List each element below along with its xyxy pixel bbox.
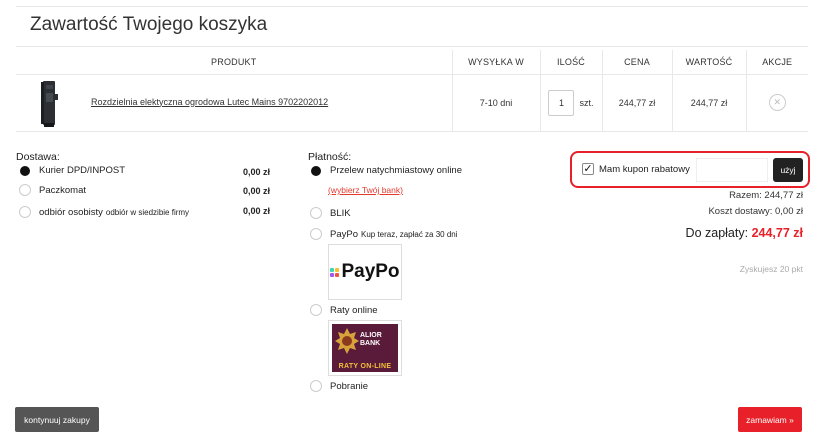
product-name-link[interactable]: Rozdzielnia elektyczna ogrodowa Lutec Ma… [91,97,328,107]
shipping-cost: Koszt dostawy: 0,00 zł [708,206,803,217]
header-value: WARTOŚĆ [671,50,746,75]
quantity-input[interactable]: 1 [548,89,575,116]
delivery-option-label: odbiór osobisty [39,206,103,218]
radio-selected-icon[interactable] [311,165,321,176]
coupon-code-input[interactable] [696,158,768,182]
header-shipping: WYSYŁKA W [451,50,540,75]
place-order-button[interactable]: zamawiam » [738,407,802,432]
alior-bank-logo: ALIOR BANK RATY ON-LINE [328,320,402,376]
payment-option-paypo[interactable]: PayPo Kup teraz, zapłać za 30 dni [310,228,458,240]
header-product: PRODUKT [16,50,452,75]
payment-option-label: Raty online [330,304,378,316]
title-divider [16,46,808,47]
radio-icon[interactable] [310,207,322,219]
radio-icon[interactable] [310,304,322,316]
apply-coupon-button[interactable]: użyj [773,158,803,182]
choose-bank-link[interactable]: (wybierz Twój bank) [328,185,403,195]
quantity-cell: 1 szt. [539,74,602,132]
payment-option-label: BLIK [330,207,351,219]
cart-table: PRODUKT WYSYŁKA W ILOŚĆ CENA WARTOŚĆ AKC… [16,50,808,132]
radio-selected-icon[interactable] [20,165,30,176]
shipping-cell: 7-10 dni [451,74,540,132]
coupon-box: ✓ Mam kupon rabatowy użyj [570,151,810,188]
payment-option-installments[interactable]: Raty online [310,304,378,316]
loyalty-points: Zyskujesz 20 pkt [739,264,803,274]
alior-logo-line1: ALIOR [360,332,382,339]
paypo-logo: PayPo [328,244,402,300]
quantity-unit: szt. [579,97,594,108]
alior-logo-banner: RATY ON-LINE [338,363,392,370]
delivery-price: 0,00 zł [242,206,270,216]
total: Do zapłaty: 244,77 zł [686,226,803,240]
total-value: 244,77 zł [751,226,803,240]
total-label: Do zapłaty: [685,226,749,240]
paypo-dots-icon [330,267,340,277]
payment-option-note: Kup teraz, zapłać za 30 dni [361,229,458,239]
payment-option-cash-on-delivery[interactable]: Pobranie [310,380,368,392]
close-icon[interactable]: ✕ [768,94,786,111]
continue-shopping-button[interactable]: kontynuuj zakupy [15,407,99,432]
product-image[interactable] [36,79,66,129]
header-actions: AKCJE [745,50,808,75]
delivery-label: Dostawa: [16,151,60,163]
header-quantity: ILOŚĆ [539,50,602,75]
radio-icon[interactable] [310,380,322,392]
radio-icon[interactable] [310,228,322,240]
radio-icon[interactable] [19,184,31,196]
value-cell: 244,77 zł [671,74,746,132]
top-divider [16,6,808,7]
alior-face-icon [335,328,359,354]
delivery-option-label: Paczkomat [39,184,86,196]
delivery-option-courier[interactable]: Kurier DPD/INPOST [19,165,125,176]
payment-option-label: PayPo [330,228,358,240]
header-price: CENA [601,50,672,75]
delivery-option-pickup[interactable]: odbiór osobisty odbiór w siedzibie firmy [19,206,189,218]
alior-logo-line2: BANK [360,340,381,347]
delivery-price: 0,00 zł [242,186,270,196]
delivery-price: 0,00 zł [242,167,270,177]
price-cell: 244,77 zł [601,74,672,132]
radio-icon[interactable] [19,206,31,218]
payment-option-blik[interactable]: BLIK [310,207,351,219]
coupon-checkbox-label: Mam kupon rabatowy [599,164,690,175]
page-title: Zawartość Twojego koszyka [30,14,268,35]
product-cell: Rozdzielnia elektyczna ogrodowa Lutec Ma… [16,74,452,132]
paypo-logo-text: PayPo [341,261,400,282]
payment-label: Płatność: [308,151,352,163]
payment-option-label: Przelew natychmiastowy online [330,165,463,176]
cart-table-header: PRODUKT WYSYŁKA W ILOŚĆ CENA WARTOŚĆ AKC… [16,50,808,75]
payment-option-instant-transfer[interactable]: Przelew natychmiastowy online [310,165,462,176]
subtotal: Razem: 244,77 zł [729,190,803,201]
table-row: Rozdzielnia elektyczna ogrodowa Lutec Ma… [16,74,808,132]
payment-option-label: Pobranie [330,380,369,392]
coupon-checkbox[interactable]: ✓ [582,163,594,175]
delivery-option-note: odbiór w siedzibie firmy [105,207,190,217]
delivery-option-label: Kurier DPD/INPOST [39,165,126,176]
actions-cell: ✕ [745,74,808,132]
delivery-option-parcel-locker[interactable]: Paczkomat [19,184,86,196]
